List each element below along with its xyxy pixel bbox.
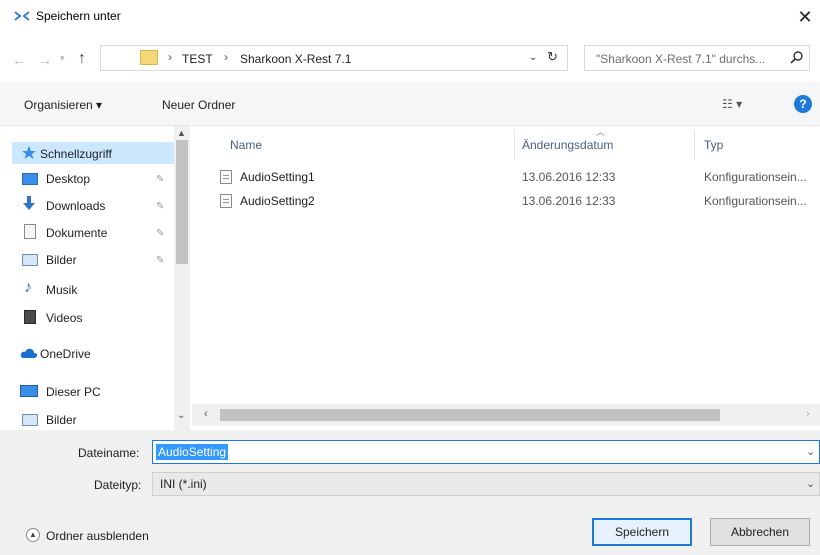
desktop-icon bbox=[22, 173, 38, 185]
file-list bbox=[192, 126, 820, 404]
ini-file-icon bbox=[220, 194, 232, 208]
document-icon bbox=[24, 224, 36, 239]
new-folder-button[interactable]: Neuer Ordner bbox=[162, 98, 235, 112]
pin-icon[interactable]: ✎ bbox=[156, 201, 164, 212]
window-title: Speichern unter bbox=[36, 9, 121, 23]
chevron-down-icon[interactable]: ⌄ bbox=[529, 52, 537, 63]
view-options-icon[interactable]: ☷ ▾ bbox=[722, 97, 742, 111]
download-icon bbox=[23, 196, 35, 210]
file-date: 13.06.2016 12:33 bbox=[522, 194, 616, 208]
music-icon: ♪ bbox=[24, 279, 32, 296]
column-divider[interactable] bbox=[694, 130, 695, 160]
file-name[interactable]: AudioSetting2 bbox=[240, 194, 315, 208]
breadcrumb-separator[interactable]: › bbox=[224, 50, 228, 64]
pin-icon[interactable]: ✎ bbox=[156, 255, 164, 266]
sort-caret-icon: ︿ bbox=[596, 127, 606, 137]
organize-button[interactable]: Organisieren ▾ bbox=[24, 98, 102, 112]
back-arrow-icon[interactable]: ← bbox=[12, 52, 26, 68]
file-name[interactable]: AudioSetting1 bbox=[240, 170, 315, 184]
save-button[interactable]: Speichern bbox=[592, 518, 692, 546]
cloud-icon bbox=[20, 348, 38, 358]
nav-scrollbar-thumb[interactable] bbox=[176, 140, 188, 264]
title-bar bbox=[0, 0, 820, 34]
column-header-date[interactable]: Änderungsdatum bbox=[522, 138, 613, 152]
pin-icon[interactable]: ✎ bbox=[156, 174, 164, 185]
pictures-icon bbox=[22, 254, 38, 266]
pictures-icon bbox=[22, 414, 38, 426]
close-button[interactable]: ✕ bbox=[790, 2, 820, 32]
nav-item-desktop[interactable]: Desktop bbox=[46, 172, 90, 186]
hide-folders-button[interactable]: Ordner ausblenden bbox=[46, 529, 149, 543]
nav-item-dieser-pc[interactable]: Dieser PC bbox=[46, 385, 101, 399]
chevron-down-icon[interactable]: ⌄ bbox=[806, 445, 815, 458]
file-date: 13.06.2016 12:33 bbox=[522, 170, 616, 184]
refresh-icon[interactable]: ↻ bbox=[547, 49, 558, 65]
chevron-right-icon[interactable]: › bbox=[806, 408, 810, 420]
nav-item-videos[interactable]: Videos bbox=[46, 311, 82, 325]
video-icon bbox=[24, 310, 36, 324]
horizontal-scrollbar-thumb[interactable] bbox=[220, 409, 720, 421]
breadcrumb-item-sharkoon[interactable]: Sharkoon X-Rest 7.1 bbox=[240, 52, 351, 66]
up-arrow-icon[interactable]: ↑ bbox=[78, 50, 86, 68]
column-header-name[interactable]: Name bbox=[230, 138, 262, 152]
filename-label: Dateiname: bbox=[78, 446, 140, 460]
search-placeholder[interactable]: "Sharkoon X-Rest 7.1" durchs... bbox=[596, 52, 765, 66]
folder-icon bbox=[140, 50, 158, 65]
star-icon bbox=[22, 146, 36, 159]
app-icon bbox=[14, 11, 30, 21]
chevron-up-icon[interactable]: ▲ bbox=[26, 528, 40, 542]
computer-icon bbox=[20, 385, 38, 397]
chevron-down-icon[interactable]: ⌄ bbox=[177, 410, 185, 421]
chevron-left-icon[interactable]: ‹ bbox=[204, 408, 208, 420]
column-divider[interactable] bbox=[514, 130, 515, 160]
forward-arrow-icon[interactable]: → bbox=[38, 52, 52, 68]
nav-item-onedrive[interactable]: OneDrive bbox=[40, 347, 91, 361]
nav-item-dokumente[interactable]: Dokumente bbox=[46, 226, 107, 240]
search-icon[interactable] bbox=[790, 50, 804, 64]
nav-item-downloads[interactable]: Downloads bbox=[46, 199, 105, 213]
filetype-value[interactable]: INI (*.ini) bbox=[160, 477, 207, 491]
recent-locations-icon[interactable]: ▾ bbox=[60, 53, 65, 64]
chevron-up-icon[interactable]: ▲ bbox=[177, 128, 186, 138]
command-bar bbox=[0, 82, 820, 126]
breadcrumb-item-test[interactable]: TEST bbox=[182, 52, 213, 66]
filetype-label: Dateityp: bbox=[94, 478, 142, 492]
pin-icon[interactable]: ✎ bbox=[156, 228, 164, 239]
chevron-down-icon[interactable]: ⌄ bbox=[806, 477, 815, 490]
filename-input[interactable] bbox=[152, 440, 820, 464]
column-header-type[interactable]: Typ bbox=[704, 138, 723, 152]
file-type: Konfigurationsein... bbox=[704, 194, 807, 208]
nav-item-schnellzugriff[interactable]: Schnellzugriff bbox=[40, 147, 112, 161]
nav-item-musik[interactable]: Musik bbox=[46, 283, 77, 297]
nav-item-bilder-pc[interactable]: Bilder bbox=[46, 413, 77, 427]
file-type: Konfigurationsein... bbox=[704, 170, 807, 184]
help-icon[interactable]: ? bbox=[794, 95, 812, 113]
ini-file-icon bbox=[220, 170, 232, 184]
breadcrumb-separator[interactable]: › bbox=[168, 50, 172, 64]
filename-value[interactable]: AudioSetting bbox=[156, 444, 229, 460]
nav-item-bilder[interactable]: Bilder bbox=[46, 253, 77, 267]
cancel-button[interactable]: Abbrechen bbox=[710, 518, 810, 546]
filetype-select[interactable] bbox=[152, 472, 820, 496]
